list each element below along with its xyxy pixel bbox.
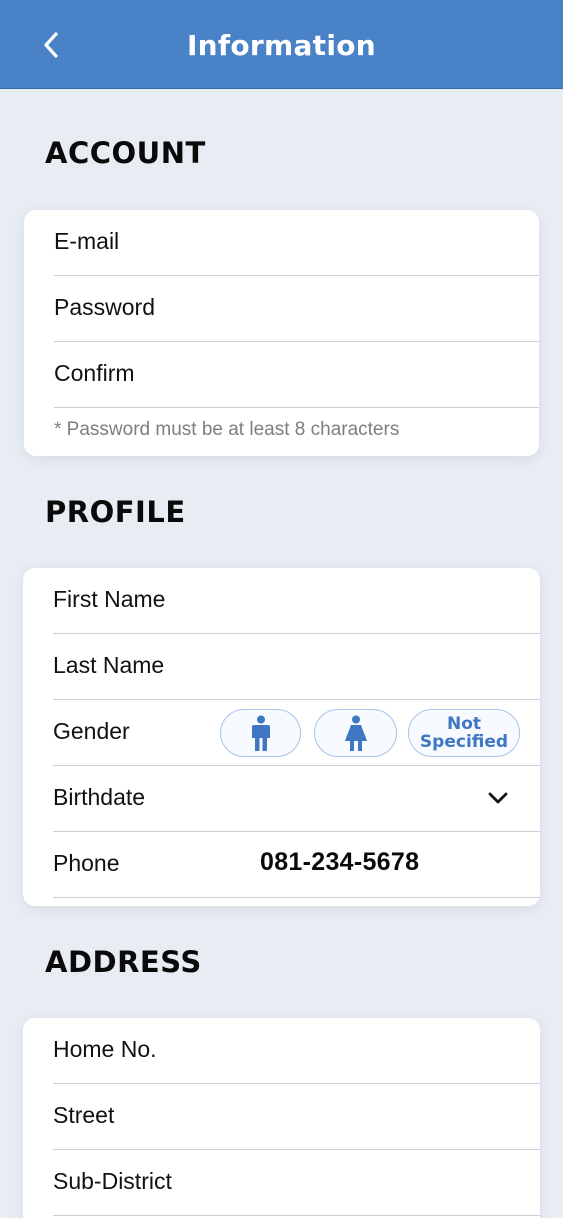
- birthdate-label: Birthdate: [53, 784, 146, 810]
- last-name-label: Last Name: [53, 652, 165, 678]
- chevron-down-icon[interactable]: [487, 788, 509, 808]
- email-label: E-mail: [54, 228, 120, 254]
- sub-district-field[interactable]: Sub-District: [53, 1150, 540, 1216]
- password-hint: * Password must be at least 8 characters: [54, 419, 400, 440]
- email-field[interactable]: E-mail: [54, 210, 539, 276]
- phone-value[interactable]: 081-234-5678: [260, 848, 419, 877]
- gender-row: Gender Not Specified: [53, 700, 540, 766]
- password-field[interactable]: Password: [54, 276, 539, 342]
- gender-not-specified-button[interactable]: Not Specified: [408, 709, 520, 757]
- home-no-label: Home No.: [53, 1036, 157, 1062]
- street-label: Street: [53, 1102, 115, 1128]
- account-section-title: ACCOUNT: [45, 136, 206, 170]
- last-name-field[interactable]: Last Name: [53, 634, 540, 700]
- profile-section-title: PROFILE: [45, 495, 186, 529]
- top-nav-bar: Information: [0, 0, 563, 89]
- profile-card: First Name Last Name Gender Not Specifie…: [23, 568, 540, 906]
- not-specified-label: Not Specified: [420, 715, 508, 751]
- first-name-field[interactable]: First Name: [53, 568, 540, 634]
- first-name-label: First Name: [53, 586, 166, 612]
- password-label: Password: [54, 294, 155, 320]
- confirm-label: Confirm: [54, 360, 135, 386]
- not-specified-line1: Not: [446, 714, 482, 734]
- phone-field[interactable]: Phone 081-234-5678: [53, 832, 540, 898]
- sub-district-label: Sub-District: [53, 1168, 172, 1194]
- gender-female-button[interactable]: [314, 709, 397, 757]
- home-no-field[interactable]: Home No.: [53, 1018, 540, 1084]
- address-card: Home No. Street Sub-District: [23, 1018, 540, 1218]
- confirm-password-field[interactable]: Confirm: [54, 342, 539, 408]
- female-icon: [344, 715, 367, 751]
- address-section-title: ADDRESS: [45, 945, 202, 979]
- street-field[interactable]: Street: [53, 1084, 540, 1150]
- phone-label: Phone: [53, 850, 120, 876]
- male-icon: [251, 715, 270, 751]
- birthdate-field[interactable]: Birthdate: [53, 766, 540, 832]
- account-card: E-mail Password Confirm * Password must …: [24, 210, 539, 456]
- gender-male-button[interactable]: [220, 709, 301, 757]
- page-title: Information: [186, 29, 377, 62]
- gender-label: Gender: [53, 718, 130, 744]
- not-specified-line2: Specified: [419, 732, 509, 752]
